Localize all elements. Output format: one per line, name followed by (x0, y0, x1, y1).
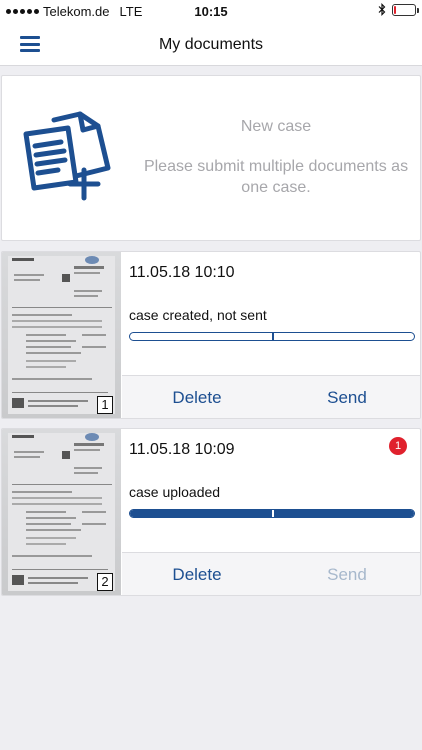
delete-button[interactable]: Delete (122, 553, 272, 595)
case-progress-bar (129, 509, 415, 518)
documents-plus-icon (23, 111, 111, 201)
battery-level (394, 5, 396, 14)
document-thumbnail[interactable]: 2 (2, 429, 121, 595)
status-right (378, 3, 419, 16)
notification-badge: 1 (389, 437, 407, 455)
new-case-subtitle: Please submit multiple documents as one … (143, 158, 409, 196)
case-progress-bar (129, 332, 415, 341)
bluetooth-icon (378, 3, 386, 16)
delete-button[interactable]: Delete (122, 376, 272, 418)
page-title: My documents (158, 36, 264, 53)
case-actions: Delete Send (122, 552, 420, 595)
document-count: 2 (97, 573, 113, 591)
progress-tick (272, 333, 274, 340)
document-count: 1 (97, 396, 113, 414)
case-info[interactable]: 11.05.18 10:09 1 case uploaded (122, 429, 420, 552)
case-status: case created, not sent (129, 307, 267, 323)
progress-tick (272, 510, 274, 517)
document-thumbnail[interactable]: 1 (2, 252, 121, 418)
hamburger-menu-icon[interactable] (20, 36, 40, 52)
new-case-card[interactable]: New case Please submit multiple document… (1, 75, 421, 241)
case-card: 1 11.05.18 10:10 case created, not sent … (1, 251, 421, 419)
status-time: 10:15 (194, 4, 228, 19)
case-info[interactable]: 11.05.18 10:10 case created, not sent (122, 252, 420, 375)
case-card: 2 11.05.18 10:09 1 case uploaded Delete … (1, 428, 421, 596)
new-case-title: New case (240, 118, 312, 135)
send-button: Send (327, 565, 367, 584)
case-date: 11.05.18 10:10 (129, 264, 235, 281)
send-button[interactable]: Send (272, 376, 420, 418)
case-date: 11.05.18 10:09 (129, 441, 235, 458)
battery-icon (392, 3, 419, 16)
case-status: case uploaded (129, 484, 221, 500)
case-actions: Delete Send (122, 375, 420, 418)
nav-bar: My documents (0, 22, 422, 66)
status-bar: Telekom.de LTE 10:15 (0, 0, 422, 22)
new-case-text: New case Please submit multiple document… (137, 118, 415, 198)
